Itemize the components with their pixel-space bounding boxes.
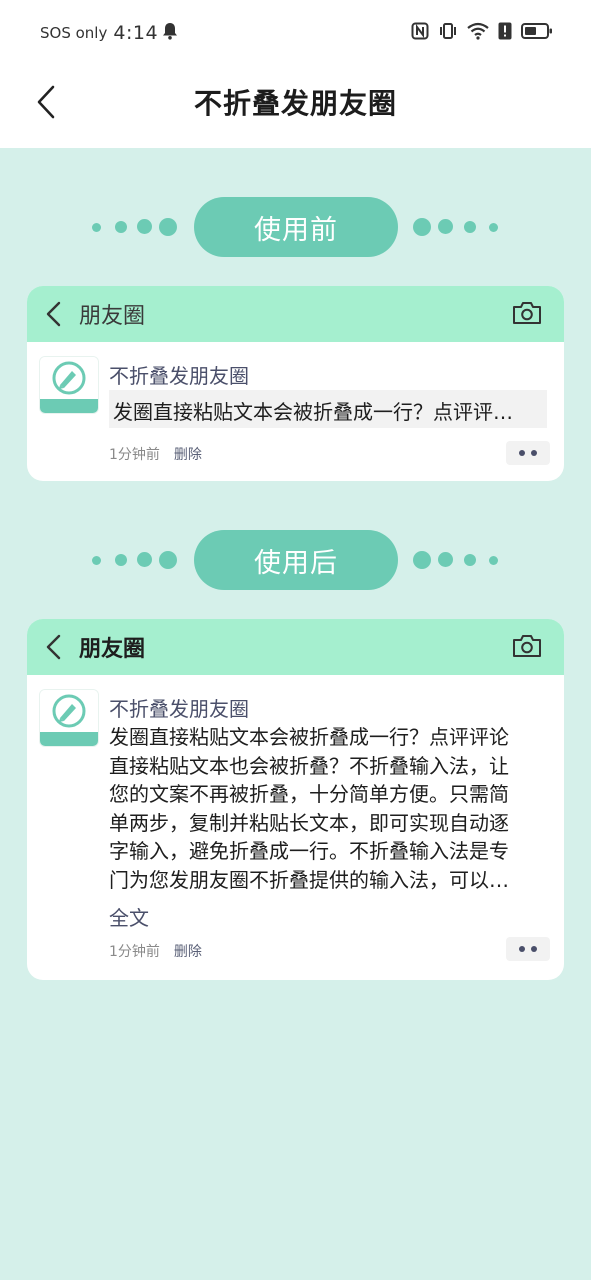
battery-icon (521, 22, 553, 44)
top-bar: SOS only 4:14 不折叠发朋友圈 (0, 0, 591, 148)
after-card: 朋友圈 不折叠发朋友圈 发圈直接粘贴文本会被折叠成一行？点评评论 直接粘贴文本也… (27, 619, 564, 980)
decor-dot (159, 551, 177, 569)
post-meta: 1分钟前 删除 (109, 941, 202, 961)
dot-icon (531, 450, 537, 456)
chevron-left-icon[interactable] (43, 300, 65, 328)
decor-dot (413, 551, 431, 569)
decor-dot (92, 556, 101, 565)
after-pill: 使用后 (194, 530, 398, 590)
full-text-link[interactable]: 全文 (109, 902, 149, 931)
card-header: 朋友圈 (27, 286, 564, 342)
camera-icon[interactable] (512, 300, 542, 326)
post-line: 字输入，避免折叠成一行。不折叠输入法是专 (109, 839, 509, 864)
status-left: SOS only 4:14 (40, 20, 178, 46)
decor-dot (438, 219, 453, 234)
decor-dot (137, 219, 152, 234)
decor-dot (464, 554, 476, 566)
decor-dot (438, 552, 453, 567)
status-bar: SOS only 4:14 (0, 0, 591, 66)
card-header-title: 朋友圈 (79, 304, 146, 329)
dot-icon (519, 450, 525, 456)
after-section-label: 使用后 (0, 530, 591, 590)
decor-dot (115, 221, 127, 233)
post-line: 直接粘贴文本也会被折叠？不折叠输入法，让 (109, 753, 509, 778)
chevron-left-icon[interactable] (43, 633, 65, 661)
post-line: 单两步，复制并粘贴长文本，即可实现自动逐 (109, 810, 509, 835)
post-line: 门为您发朋友圈不折叠提供的输入法，可以… (109, 867, 509, 892)
page-title: 不折叠发朋友圈 (193, 87, 397, 120)
post-text: 发圈直接粘贴文本会被折叠成一行？点评评论 直接粘贴文本也会被折叠？不折叠输入法，… (109, 723, 549, 895)
time-ago: 1分钟前 (109, 944, 160, 960)
alert-icon (498, 22, 512, 44)
app-logo-icon (40, 357, 98, 413)
delete-link[interactable]: 删除 (174, 941, 202, 961)
bell-icon (162, 22, 178, 44)
nfc-icon (411, 22, 429, 44)
card-header-title: 朋友圈 (79, 637, 146, 662)
delete-link[interactable]: 删除 (174, 444, 202, 464)
decor-dot (159, 218, 177, 236)
app-avatar (39, 356, 99, 414)
decor-dot (137, 552, 152, 567)
dot-icon (531, 946, 537, 952)
decor-dot (413, 218, 431, 236)
post-text: 发圈直接粘贴文本会被折叠成一行？点评评… (109, 390, 547, 428)
dot-icon (519, 946, 525, 952)
post-meta: 1分钟前 删除 (109, 444, 202, 464)
post-line: 您的文案不再被折叠，十分简单方便。只需简 (109, 782, 509, 807)
decor-dot (489, 556, 498, 565)
vibrate-icon (438, 22, 458, 44)
app-name: 不折叠发朋友圈 (109, 697, 249, 721)
carrier-text: SOS only (40, 24, 108, 42)
more-options-button[interactable] (506, 937, 550, 961)
wifi-icon (467, 22, 489, 44)
before-card: 朋友圈 不折叠发朋友圈 发圈直接粘贴文本会被折叠成一行？点评评… 1分钟前 删除 (27, 286, 564, 481)
before-pill: 使用前 (194, 197, 398, 257)
clock-text: 4:14 (113, 22, 159, 44)
decor-dot (464, 221, 476, 233)
card-header: 朋友圈 (27, 619, 564, 675)
decor-dot (115, 554, 127, 566)
time-ago: 1分钟前 (109, 447, 160, 463)
app-logo-icon (40, 690, 98, 746)
before-section-label: 使用前 (0, 197, 591, 257)
decor-dot (92, 223, 101, 232)
app-name: 不折叠发朋友圈 (109, 364, 249, 388)
post-line: 发圈直接粘贴文本会被折叠成一行？点评评论 (109, 725, 509, 749)
nav-bar: 不折叠发朋友圈 (0, 66, 591, 148)
camera-icon[interactable] (512, 633, 542, 659)
decor-dot (489, 223, 498, 232)
status-right (411, 20, 553, 46)
app-avatar (39, 689, 99, 747)
more-options-button[interactable] (506, 441, 550, 465)
